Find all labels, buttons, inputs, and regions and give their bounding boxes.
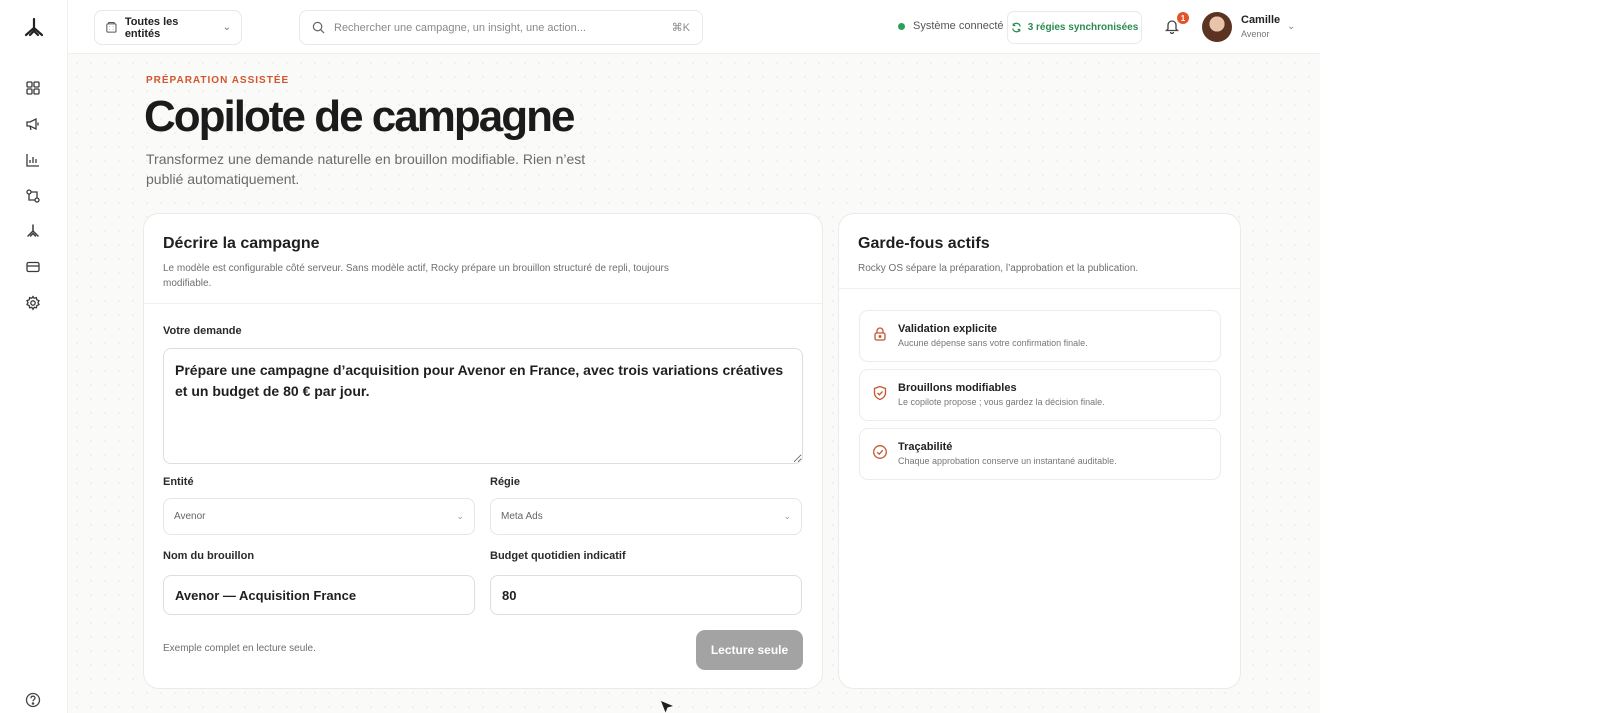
guardrail-text: Brouillons modifiables Le copilote propo… [898, 382, 1105, 407]
status-dot-icon [898, 22, 905, 30]
guardrails-description: Rocky OS sépare la préparation, l’approb… [858, 263, 1139, 274]
entity-select[interactable]: Avenor ⌄ [163, 498, 475, 535]
page-subtitle: Transformez une demande naturelle en bro… [146, 151, 586, 187]
rocky-icon[interactable] [24, 222, 42, 240]
chart-icon[interactable] [24, 151, 42, 169]
avatar[interactable] [1202, 12, 1232, 42]
page-title: Copilote de campagne [144, 92, 575, 141]
platform-select[interactable]: Meta Ads ⌄ [490, 498, 802, 535]
budget-input[interactable] [490, 575, 802, 615]
guardrail-item: Traçabilité Chaque approbation conserve … [859, 428, 1221, 480]
guardrail-text: Validation explicite Aucune dépense sans… [898, 323, 1088, 348]
notification-badge: 1 [1177, 12, 1189, 24]
search-shortcut: ⌘K [671, 22, 690, 34]
check-circle-icon [873, 445, 887, 459]
campaign-form-header: Décrire la campagne Le modèle est config… [144, 214, 822, 304]
guardrail-title: Brouillons modifiables [898, 382, 1017, 394]
request-label: Votre demande [163, 325, 242, 337]
user-org: Avenor [1241, 29, 1270, 39]
chevron-down-icon: ⌄ [456, 511, 464, 521]
sync-button[interactable]: 3 régies synchronisées [1007, 11, 1142, 44]
guardrail-desc: Le copilote propose ; vous gardez la déc… [898, 397, 1105, 407]
search-input[interactable] [334, 21, 663, 34]
global-search[interactable]: ⌘K [299, 10, 703, 45]
guardrail-text: Traçabilité Chaque approbation conserve … [898, 441, 1117, 466]
sidebar [0, 0, 68, 713]
guardrail-title: Validation explicite [898, 323, 998, 335]
request-textarea[interactable]: Prépare une campagne d’acquisition pour … [163, 348, 803, 464]
campaign-form-title: Décrire la campagne [163, 235, 320, 252]
settings-icon[interactable] [24, 294, 42, 312]
dashboard-icon[interactable] [24, 79, 42, 97]
card-icon[interactable] [24, 258, 42, 276]
chevron-down-icon: ⌄ [783, 511, 791, 521]
guardrail-title: Traçabilité [898, 441, 953, 453]
sync-label: 3 régies synchronisées [1027, 22, 1139, 33]
refresh-icon [1011, 22, 1021, 33]
rocky-logo[interactable] [22, 16, 46, 40]
top-bar: Toutes les entités ⌄ ⌘K Système connecté… [68, 0, 1320, 54]
entity-select-value: Avenor [174, 511, 206, 522]
campaign-form-card: Décrire la campagne Le modèle est config… [143, 213, 823, 689]
connection-status: Système connecté [898, 20, 1004, 32]
guardrail-desc: Chaque approbation conserve un instantan… [898, 456, 1117, 466]
entity-selector-label: Toutes les entités [124, 15, 179, 40]
chevron-down-icon: ⌄ [222, 22, 231, 33]
draft-name-label: Nom du brouillon [163, 550, 255, 562]
workflow-icon[interactable] [24, 187, 42, 205]
lock-icon [874, 327, 886, 341]
shield-icon [873, 385, 887, 401]
help-icon[interactable] [25, 692, 41, 708]
guardrails-header: Garde-fous actifs Rocky OS sépare la pré… [839, 214, 1240, 289]
guardrail-desc: Aucune dépense sans votre confirmation f… [898, 338, 1088, 348]
readonly-button[interactable]: Lecture seule [696, 630, 803, 670]
status-text: Système connecté [913, 20, 1004, 32]
building-icon [106, 21, 117, 33]
app-canvas: Toutes les entités ⌄ ⌘K Système connecté… [0, 0, 1320, 713]
search-icon [312, 21, 325, 34]
guardrail-item: Validation explicite Aucune dépense sans… [859, 310, 1221, 362]
readonly-footnote: Exemple complet en lecture seule. [163, 643, 316, 654]
entity-selector[interactable]: Toutes les entités ⌄ [94, 10, 242, 45]
guardrail-item: Brouillons modifiables Le copilote propo… [859, 369, 1221, 421]
platform-select-value: Meta Ads [501, 511, 543, 522]
campaign-form-description: Le modèle est configurable côté serveur.… [163, 263, 669, 289]
guardrails-title: Garde-fous actifs [858, 235, 990, 252]
guardrails-card: Garde-fous actifs Rocky OS sépare la pré… [838, 213, 1241, 689]
draft-name-input[interactable] [163, 575, 475, 615]
mouse-cursor-icon [661, 701, 673, 713]
user-menu-chevron-icon[interactable]: ⌄ [1287, 21, 1295, 32]
user-name[interactable]: Camille [1241, 14, 1280, 26]
budget-label: Budget quotidien indicatif [490, 550, 626, 562]
entity-label: Entité [163, 476, 194, 488]
megaphone-icon[interactable] [24, 115, 42, 133]
page-eyebrow: PRÉPARATION ASSISTÉE [146, 75, 290, 86]
platform-label: Régie [490, 476, 520, 488]
